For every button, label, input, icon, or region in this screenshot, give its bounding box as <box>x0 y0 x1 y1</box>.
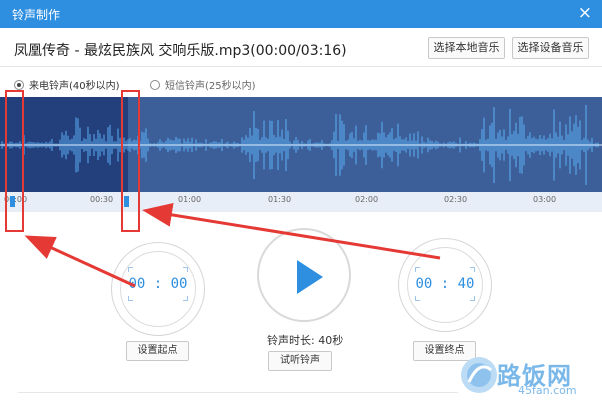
title-bar: 铃声制作 × <box>0 0 602 28</box>
end-time-display[interactable]: 00 : 40 <box>415 267 475 301</box>
radio-sms-label: 短信铃声(25秒以内) <box>165 81 256 92</box>
select-device-music-button[interactable]: 选择设备音乐 <box>512 37 589 59</box>
start-time-value: 00 : 00 <box>128 276 188 292</box>
radio-selected-icon <box>14 80 24 90</box>
waveform-area[interactable] <box>0 97 602 192</box>
tick-label: 00:30 <box>90 195 114 204</box>
file-name: 凤凰传奇 - 最炫民族风 交响乐版.mp3(00:00/03:16) <box>14 43 347 59</box>
start-handle[interactable] <box>10 196 15 207</box>
watermark-logo-icon <box>461 357 497 393</box>
watermark-url: 45fan.com <box>518 384 577 397</box>
tick-label: 02:00 <box>355 195 379 204</box>
radio-sms-ringtone[interactable]: 短信铃声(25秒以内) <box>150 77 256 92</box>
preview-ringtone-button[interactable]: 试听铃声 <box>268 351 332 371</box>
select-local-music-button[interactable]: 选择本地音乐 <box>428 37 505 59</box>
window-title: 铃声制作 <box>12 8 61 22</box>
end-handle[interactable] <box>124 196 129 207</box>
tick-label: 01:00 <box>178 195 202 204</box>
tick-label: 02:30 <box>444 195 468 204</box>
divider <box>0 66 602 67</box>
close-icon[interactable]: × <box>578 3 592 23</box>
ringtone-duration: 铃声时长: 40秒 <box>267 334 344 347</box>
bottom-divider <box>18 392 458 393</box>
timeline-ruler[interactable]: 00:00 00:30 01:00 01:30 02:00 02:30 03:0… <box>0 192 602 212</box>
play-button[interactable] <box>257 228 351 322</box>
tick-label: 03:00 <box>533 195 557 204</box>
radio-unselected-icon <box>150 80 160 90</box>
radio-call-ringtone[interactable]: 来电铃声(40秒以内) <box>14 77 120 92</box>
end-time-value: 00 : 40 <box>415 276 475 292</box>
play-icon <box>297 260 323 294</box>
set-start-button[interactable]: 设置起点 <box>126 341 189 361</box>
tick-label: 01:30 <box>268 195 292 204</box>
start-time-display[interactable]: 00 : 00 <box>128 267 188 301</box>
tick-label: 00:00 <box>4 195 28 204</box>
waveform-graphic <box>0 105 602 185</box>
radio-call-label: 来电铃声(40秒以内) <box>29 81 120 92</box>
